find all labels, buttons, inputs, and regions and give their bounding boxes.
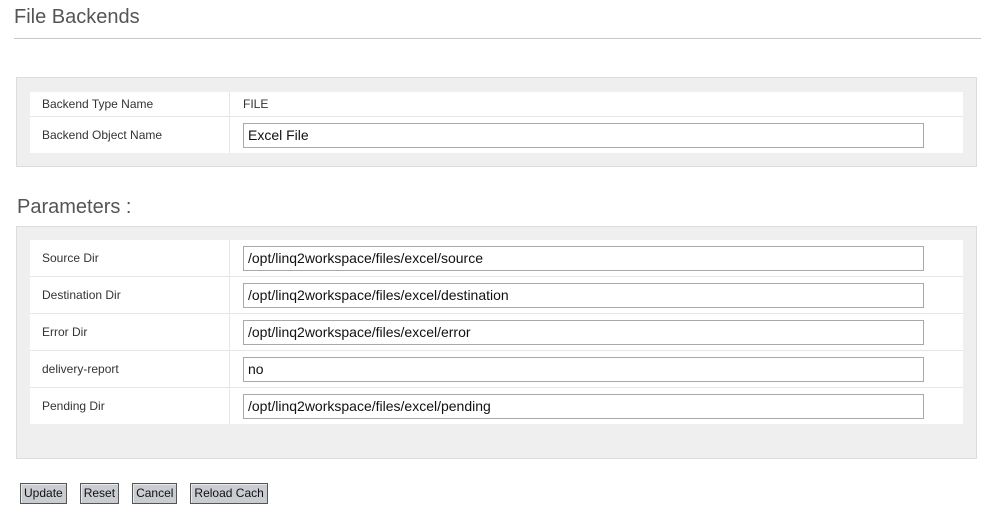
destination-dir-input[interactable]: /opt/linq2workspace/files/excel/destinat… bbox=[243, 282, 924, 308]
error-dir-label: Error Dir bbox=[30, 313, 230, 351]
backend-object-name-input[interactable]: Excel File bbox=[243, 122, 924, 148]
reload-cache-button[interactable]: Reload Cach bbox=[190, 483, 268, 504]
param-row-delivery-report: delivery-report no bbox=[30, 350, 963, 388]
update-button[interactable]: Update bbox=[20, 483, 67, 504]
backend-object-row: Backend Object Name Excel File bbox=[30, 116, 963, 153]
reset-button[interactable]: Reset bbox=[79, 483, 120, 504]
action-buttons: Update Reset Cancel Reload Cach bbox=[20, 483, 281, 504]
backend-form-table: Backend Type Name FILE Backend Object Na… bbox=[30, 92, 963, 153]
backend-object-label: Backend Object Name bbox=[30, 116, 230, 153]
backend-type-row: Backend Type Name FILE bbox=[30, 92, 963, 117]
title-divider bbox=[14, 38, 981, 39]
source-dir-label: Source Dir bbox=[30, 240, 230, 277]
backend-type-value: FILE bbox=[243, 97, 269, 111]
param-row-destination-dir: Destination Dir /opt/linq2workspace/file… bbox=[30, 276, 963, 314]
destination-dir-label: Destination Dir bbox=[30, 276, 230, 314]
delivery-report-label: delivery-report bbox=[30, 350, 230, 388]
error-dir-input[interactable]: /opt/linq2workspace/files/excel/error bbox=[243, 319, 924, 345]
page-title: File Backends bbox=[14, 6, 140, 28]
param-row-pending-dir: Pending Dir /opt/linq2workspace/files/ex… bbox=[30, 387, 963, 424]
pending-dir-input[interactable]: /opt/linq2workspace/files/excel/pending bbox=[243, 393, 924, 419]
backend-panel: Backend Type Name FILE Backend Object Na… bbox=[16, 77, 977, 167]
source-dir-input[interactable]: /opt/linq2workspace/files/excel/source bbox=[243, 245, 924, 271]
parameters-heading: Parameters : bbox=[17, 196, 132, 218]
param-row-error-dir: Error Dir /opt/linq2workspace/files/exce… bbox=[30, 313, 963, 351]
cancel-button[interactable]: Cancel bbox=[132, 483, 178, 504]
param-row-source-dir: Source Dir /opt/linq2workspace/files/exc… bbox=[30, 240, 963, 277]
parameters-form-table: Source Dir /opt/linq2workspace/files/exc… bbox=[30, 240, 963, 424]
delivery-report-input[interactable]: no bbox=[243, 356, 924, 382]
parameters-panel: Source Dir /opt/linq2workspace/files/exc… bbox=[16, 226, 977, 459]
pending-dir-label: Pending Dir bbox=[30, 387, 230, 424]
backend-type-label: Backend Type Name bbox=[30, 92, 230, 117]
